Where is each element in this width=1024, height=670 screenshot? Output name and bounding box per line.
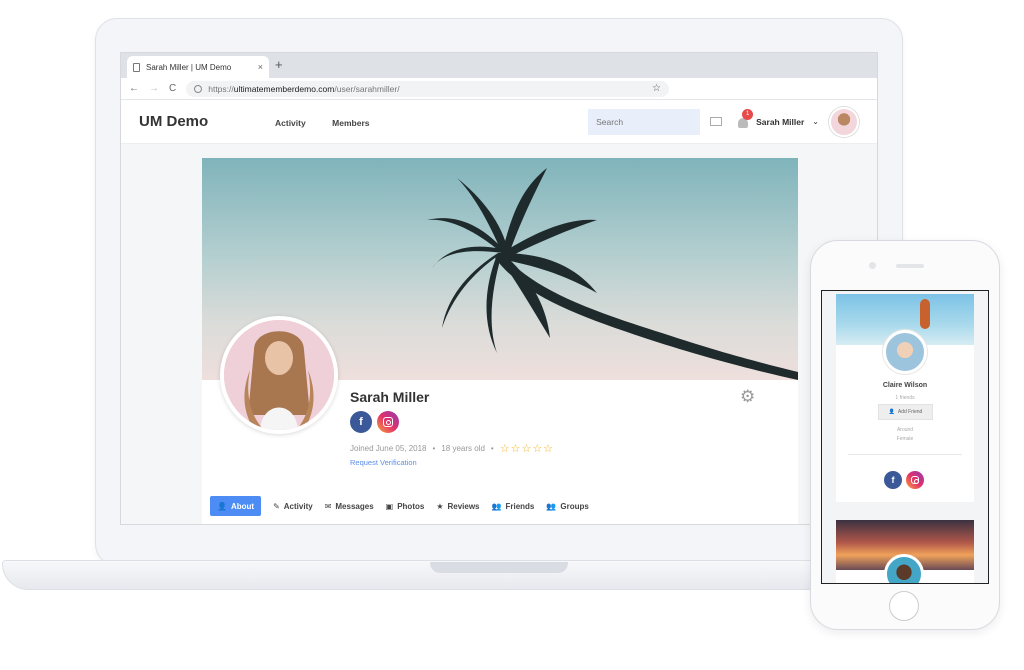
meta-dot: • xyxy=(432,444,436,453)
instagram-glyph xyxy=(383,417,393,427)
request-verification-link[interactable]: Request Verification xyxy=(350,458,417,467)
star-icon: ★ xyxy=(436,501,444,511)
tab-label: Friends xyxy=(505,501,535,511)
bookmark-star-icon[interactable]: ☆ xyxy=(652,83,661,94)
laptop-base xyxy=(2,560,838,590)
search-input[interactable] xyxy=(588,108,701,135)
site-logo[interactable]: UM Demo xyxy=(139,113,275,130)
phone-screen: Claire Wilson 1 friends 👤 Add Friend Aro… xyxy=(821,290,989,584)
mail-icon[interactable] xyxy=(710,117,723,126)
chevron-down-icon[interactable]: ⌄ xyxy=(812,117,819,126)
tab-friends[interactable]: 👥 Friends xyxy=(492,496,535,516)
add-user-icon: 👤 xyxy=(888,409,895,415)
mobile-avatar[interactable] xyxy=(883,330,927,374)
instagram-icon[interactable] xyxy=(906,471,924,489)
tab-label: About xyxy=(230,501,255,511)
back-icon[interactable]: ← xyxy=(129,83,139,94)
url-path: /user/sarahmiller/ xyxy=(334,83,400,94)
user-icon: 👤 xyxy=(217,501,227,511)
tab-label: Messages xyxy=(335,501,374,511)
url-prefix: https:// xyxy=(208,83,234,94)
address-bar: ← → C https://ultimatememberdemo.com/use… xyxy=(121,78,877,100)
notifications[interactable]: 1 xyxy=(738,108,754,128)
add-friend-button[interactable]: 👤 Add Friend xyxy=(878,404,933,420)
mobile-social-links: f xyxy=(884,471,924,489)
tab-title: Sarah Miller | UM Demo xyxy=(146,62,232,72)
facebook-icon[interactable]: f xyxy=(350,411,372,433)
phone-home-button[interactable] xyxy=(889,591,919,621)
gear-icon[interactable]: ⚙ xyxy=(740,387,755,407)
tab-label: Activity xyxy=(283,501,313,511)
profile-photo[interactable] xyxy=(220,316,338,434)
add-friend-label: Add Friend xyxy=(897,409,923,415)
info-icon xyxy=(194,84,203,93)
rating-stars[interactable]: ☆☆☆☆☆ xyxy=(500,442,554,455)
tab-label: Photos xyxy=(397,501,425,511)
users-icon: 👥 xyxy=(546,501,557,511)
pineapple-illustration xyxy=(920,299,930,329)
facebook-icon[interactable]: f xyxy=(884,471,902,489)
joined-date: Joined June 05, 2018 xyxy=(350,444,427,453)
header-user-name[interactable]: Sarah Miller xyxy=(756,117,804,127)
tab-label: Reviews xyxy=(447,501,480,511)
profile-card: Sarah Miller f Joined June 05, 2018 • 18… xyxy=(202,158,798,524)
header-avatar[interactable] xyxy=(829,106,859,137)
meta-dot: • xyxy=(490,444,494,453)
tab-close-icon[interactable]: × xyxy=(258,62,263,72)
site-header: UM Demo Activity Members 1 Sarah Miller … xyxy=(121,100,877,144)
reload-icon[interactable]: C xyxy=(169,83,176,94)
mobile-profile-card-2 xyxy=(836,520,974,583)
tab-photos[interactable]: ▣ Photos xyxy=(386,496,425,516)
forward-icon[interactable]: → xyxy=(149,83,159,94)
mobile-meta-1: Around xyxy=(896,427,914,433)
instagram-icon[interactable] xyxy=(377,411,399,433)
laptop-notch xyxy=(430,562,568,573)
mobile-friend-count: 1 friends xyxy=(895,395,915,401)
users-icon: 👥 xyxy=(491,501,502,511)
tab-activity[interactable]: ✎ Activity xyxy=(273,496,313,516)
instagram-glyph xyxy=(911,476,919,484)
profile-meta: Joined June 05, 2018 • 18 years old • ☆☆… xyxy=(350,442,554,455)
tab-groups[interactable]: 👥 Groups xyxy=(546,496,588,516)
profile-area: Sarah Miller f Joined June 05, 2018 • 18… xyxy=(121,144,877,524)
edit-icon: ✎ xyxy=(273,501,280,511)
laptop-screen: Sarah Miller | UM Demo × + ← → C https:/… xyxy=(120,52,878,525)
social-links: f xyxy=(350,411,399,433)
mobile-meta-2: Female xyxy=(896,436,914,442)
site-nav: Activity Members xyxy=(275,113,392,131)
tab-label: Groups xyxy=(560,501,589,511)
envelope-icon: ✉ xyxy=(324,501,332,511)
browser-tabbar: Sarah Miller | UM Demo × + xyxy=(121,53,877,78)
url-host: ultimatememberdemo.com xyxy=(233,83,335,94)
phone-camera xyxy=(869,262,876,269)
phone-speaker xyxy=(896,264,924,268)
profile-tabs: 👤 About ✎ Activity ✉ Messages ▣ Photos ★ Revi… xyxy=(210,496,601,516)
page-icon xyxy=(133,62,140,72)
new-tab-button[interactable]: + xyxy=(275,57,283,72)
age: 18 years old xyxy=(441,444,485,453)
mobile-profile-name: Claire Wilson xyxy=(882,382,928,389)
mobile-profile-card: Claire Wilson 1 friends 👤 Add Friend Aro… xyxy=(836,294,974,502)
notification-badge: 1 xyxy=(742,108,754,120)
tab-about[interactable]: 👤 About xyxy=(210,496,262,516)
browser-tab[interactable]: Sarah Miller | UM Demo × xyxy=(127,56,269,78)
profile-name: Sarah Miller xyxy=(350,389,430,405)
divider xyxy=(848,454,962,455)
image-icon: ▣ xyxy=(385,501,394,511)
url-field[interactable]: https://ultimatememberdemo.com/user/sara… xyxy=(186,80,669,97)
tab-reviews[interactable]: ★ Reviews xyxy=(436,496,479,516)
profile-photo-illustration xyxy=(224,320,334,430)
tab-messages[interactable]: ✉ Messages xyxy=(325,496,374,516)
nav-members[interactable]: Members xyxy=(332,118,369,128)
nav-activity[interactable]: Activity xyxy=(275,118,306,128)
